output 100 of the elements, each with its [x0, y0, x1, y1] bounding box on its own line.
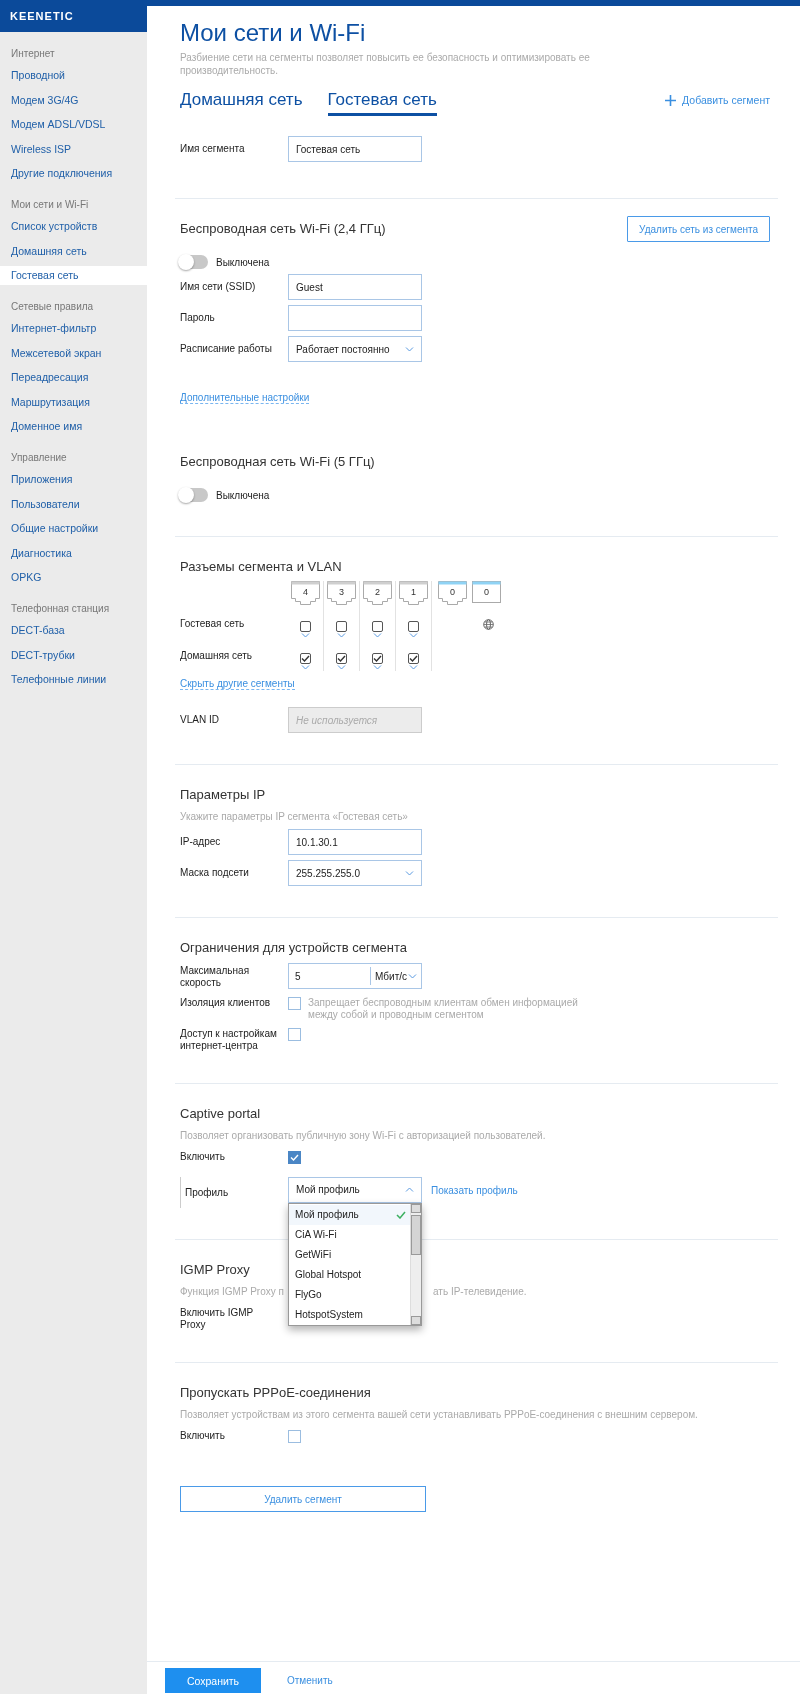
- cancel-link[interactable]: Отменить: [287, 1675, 333, 1686]
- input-field[interactable]: [288, 305, 422, 331]
- sidebar-item[interactable]: DECT-база: [0, 621, 147, 640]
- segment-tab[interactable]: Гостевая сеть: [327, 89, 437, 116]
- field-label: Включить: [180, 1151, 226, 1163]
- dropdown-option[interactable]: GetWiFi: [289, 1244, 411, 1265]
- network-port: 0: [438, 581, 467, 605]
- field-label: Доступ к настройкам интернет-центра: [180, 1028, 278, 1052]
- sidebar-item[interactable]: Телефонные линии: [0, 670, 147, 689]
- dropdown-option[interactable]: HotspotSystem: [289, 1304, 411, 1325]
- sidebar-group-title: Интернет: [10, 46, 56, 61]
- section-title: Беспроводная сеть Wi-Fi (2,4 ГГц): [180, 220, 386, 238]
- sidebar-group-title: Управление: [10, 450, 68, 465]
- sidebar-item[interactable]: Другие подключения: [0, 164, 147, 183]
- dropdown-option[interactable]: Мой профиль: [289, 1204, 411, 1225]
- remove-network-button[interactable]: Удалить сеть из сегмента: [627, 216, 770, 242]
- network-port: 3: [327, 581, 356, 605]
- field-label: Изоляция клиентов: [180, 997, 272, 1009]
- chevron-icon: [373, 632, 382, 638]
- sidebar-item[interactable]: Проводной: [0, 66, 147, 85]
- sidebar-item[interactable]: OPKG: [0, 568, 147, 587]
- sidebar-item[interactable]: Диагностика: [0, 543, 147, 563]
- sidebar-item[interactable]: Переадресация: [0, 368, 147, 387]
- sidebar-item[interactable]: Приложения: [0, 470, 147, 489]
- toggle-label: Выключена: [216, 489, 270, 501]
- checkbox[interactable]: [300, 620, 311, 632]
- section-title: Параметры IP: [180, 786, 266, 804]
- sidebar-item[interactable]: Пользователи: [0, 494, 147, 514]
- chevron-icon: [337, 632, 346, 638]
- input-field[interactable]: 10.1.30.1: [288, 829, 422, 855]
- checkbox[interactable]: [336, 652, 347, 664]
- checkbox[interactable]: [300, 652, 311, 664]
- dropdown-option[interactable]: CiA Wi-Fi: [289, 1224, 411, 1245]
- segment-tab[interactable]: Домашняя сеть: [180, 89, 303, 116]
- sidebar-item[interactable]: Маршрутизация: [0, 392, 147, 412]
- logo: KEENETIC: [0, 0, 147, 32]
- dropdown[interactable]: Работает постоянно: [288, 336, 422, 362]
- sidebar-item[interactable]: Гостевая сеть: [0, 266, 147, 285]
- checkbox[interactable]: [288, 1430, 301, 1443]
- checkbox[interactable]: [408, 620, 419, 632]
- toggle-switch[interactable]: [180, 255, 208, 269]
- delete-segment-button[interactable]: Удалить сегмент: [180, 1486, 426, 1512]
- chevron-icon: [373, 664, 382, 670]
- page-title: Мои сети и Wi-Fi: [180, 18, 367, 48]
- sidebar-item[interactable]: Межсетевой экран: [0, 343, 147, 363]
- field-label: Максимальная скорость: [180, 964, 251, 989]
- checkbox[interactable]: [372, 652, 383, 664]
- checkbox[interactable]: [288, 1151, 301, 1164]
- dropdown-option[interactable]: Global Hotspot: [289, 1264, 411, 1285]
- network-port: 1: [399, 581, 428, 605]
- dropdown[interactable]: Мой профиль: [288, 1176, 422, 1203]
- dropdown[interactable]: 255.255.255.0: [288, 860, 422, 886]
- field-label: Имя сети (SSID): [180, 281, 257, 293]
- toggle-switch[interactable]: [180, 488, 208, 502]
- section-title: Ограничения для устройств сегмента: [180, 939, 408, 957]
- chevron-icon: [405, 870, 414, 876]
- sidebar-item[interactable]: Интернет-фильтр: [0, 319, 147, 338]
- network-port: 2: [363, 581, 392, 605]
- section-title: Captive portal: [180, 1105, 261, 1123]
- field-label: Имя сегмента: [180, 143, 246, 155]
- checkbox[interactable]: [288, 997, 301, 1010]
- field-label: IP-адрес: [180, 836, 222, 848]
- plus-icon: [665, 94, 677, 106]
- checkbox-description: Запрещает беспроводным клиентам обмен информацией между собой и проводным сегментом: [308, 997, 579, 1020]
- show-profile-link[interactable]: Показать профиль: [431, 1184, 518, 1196]
- settings-link[interactable]: Скрыть другие сегменты: [180, 678, 295, 690]
- chevron-icon: [337, 664, 346, 670]
- sidebar-item[interactable]: DECT-трубки: [0, 645, 147, 665]
- scrollbar[interactable]: [410, 1203, 421, 1325]
- sidebar-item[interactable]: Модем ADSL/VDSL: [0, 115, 147, 134]
- chevron-icon: [405, 1187, 414, 1192]
- checkbox[interactable]: [288, 1028, 301, 1041]
- section-title: IGMP Proxy: [180, 1261, 250, 1279]
- section-title: Беспроводная сеть Wi-Fi (5 ГГц): [180, 453, 376, 471]
- sidebar-item[interactable]: Wireless ISP: [0, 139, 147, 159]
- network-port: 4: [291, 581, 320, 605]
- network-port: 0: [472, 581, 501, 605]
- section-description: Позволяет организовать публичную зону Wi-Fi с авторизацией пользователей.: [180, 1129, 547, 1143]
- save-button[interactable]: Сохранить: [165, 1668, 261, 1693]
- section-title: Пропускать PPPoE-соединения: [180, 1384, 371, 1402]
- sidebar-item[interactable]: Доменное имя: [0, 417, 147, 436]
- add-segment-link[interactable]: Добавить сегмент: [665, 94, 770, 106]
- input-field[interactable]: Гостевая сеть: [288, 136, 422, 162]
- input-field[interactable]: Guest: [288, 274, 422, 300]
- sidebar-group-title: Сетевые правила: [10, 299, 95, 314]
- checkbox[interactable]: [336, 620, 347, 632]
- toggle-label: Выключена: [216, 256, 270, 268]
- sidebar-group-title: Мои сети и Wi-Fi: [10, 197, 90, 212]
- sidebar-item[interactable]: Общие настройки: [0, 519, 147, 538]
- sidebar-item[interactable]: Модем 3G/4G: [0, 90, 147, 110]
- field-label: Маска подсети: [180, 867, 250, 879]
- checkbox[interactable]: [408, 652, 419, 664]
- dropdown-option[interactable]: FlyGo: [289, 1284, 411, 1305]
- settings-link[interactable]: Дополнительные настройки: [180, 392, 310, 404]
- chevron-icon: [409, 632, 418, 638]
- sidebar-item[interactable]: Список устройств: [0, 217, 147, 236]
- segment-label: Гостевая сеть: [180, 617, 246, 631]
- field-label: Расписание работы: [180, 343, 273, 355]
- sidebar-item[interactable]: Домашняя сеть: [0, 241, 147, 261]
- checkbox[interactable]: [372, 620, 383, 632]
